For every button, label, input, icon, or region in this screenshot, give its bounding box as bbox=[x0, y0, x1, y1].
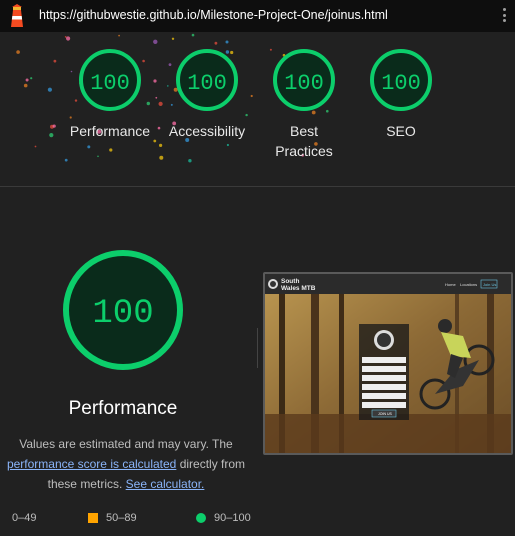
performance-title: Performance bbox=[68, 398, 178, 419]
gauge-ring-icon: 100 bbox=[176, 49, 238, 111]
gauge-accessibility[interactable]: 100 Accessibility bbox=[157, 48, 257, 141]
lighthouse-logo-icon bbox=[11, 4, 23, 27]
gauge-label: Accessibility bbox=[168, 123, 246, 139]
more-options-icon[interactable] bbox=[501, 8, 507, 24]
gauge-label: Best Practices bbox=[275, 123, 333, 159]
performance-description: Values are estimated and may vary. The p… bbox=[0, 434, 258, 494]
gauge-score: 100 bbox=[187, 71, 227, 96]
average-square-icon bbox=[88, 513, 98, 523]
gauge-seo[interactable]: 100 SEO bbox=[351, 48, 451, 141]
confetti-dot bbox=[225, 40, 229, 44]
gauge-best-practices[interactable]: 100 Best Practices bbox=[254, 48, 354, 161]
legend-fail-label: 0–49 bbox=[12, 512, 37, 524]
gauge-ring-icon: 100 bbox=[370, 49, 432, 111]
screenshot-nav: Home bbox=[445, 282, 456, 287]
score-summary: 100 Performance 100 Accessibility 100 Be… bbox=[0, 48, 515, 178]
gauge-score: 100 bbox=[90, 71, 130, 96]
performance-gauge: 100 bbox=[63, 250, 183, 370]
confetti-dot bbox=[153, 39, 158, 44]
screenshot-image: South Wales MTB Home Locations Join Us J… bbox=[265, 274, 511, 453]
confetti-dot bbox=[191, 33, 195, 37]
see-calculator-link[interactable]: See calculator. bbox=[126, 477, 205, 491]
gauge-ring-icon: 100 bbox=[273, 49, 335, 111]
performance-score: 100 bbox=[92, 295, 153, 333]
screenshot-nav: Join Us bbox=[483, 282, 496, 287]
confetti-dot bbox=[214, 41, 218, 45]
confetti-dot bbox=[118, 34, 120, 37]
vertical-separator bbox=[257, 328, 258, 368]
pass-circle-icon bbox=[196, 513, 206, 523]
screenshot-brand: Wales MTB bbox=[281, 285, 316, 292]
browser-bar: https://githubwestie.github.io/Milestone… bbox=[0, 0, 515, 32]
gauge-ring-icon: 100 bbox=[79, 49, 141, 111]
confetti-dot bbox=[64, 36, 67, 38]
legend-average-label: 50–89 bbox=[106, 512, 137, 524]
gauge-score: 100 bbox=[284, 71, 324, 96]
legend-average: 50–89 bbox=[88, 512, 137, 524]
legend-fail: 0–49 bbox=[12, 512, 36, 524]
score-calculated-link[interactable]: performance score is calculated bbox=[7, 457, 176, 471]
legend-pass-label: 90–100 bbox=[214, 512, 251, 524]
desc-text: Values are estimated and may vary. The bbox=[19, 437, 233, 451]
gauge-label: Performance bbox=[69, 123, 151, 139]
screenshot-brand: South bbox=[281, 278, 299, 285]
legend-pass: 90–100 bbox=[196, 512, 251, 524]
page-url[interactable]: https://githubwestie.github.io/Milestone… bbox=[39, 8, 388, 22]
gauge-score: 100 bbox=[381, 71, 421, 96]
score-legend: 0–49 50–89 90–100 bbox=[0, 512, 515, 530]
confetti-dot bbox=[66, 36, 71, 41]
confetti-dot bbox=[171, 37, 175, 40]
gauge-performance[interactable]: 100 Performance bbox=[60, 48, 160, 141]
section-divider bbox=[0, 186, 515, 187]
screenshot-nav: Locations bbox=[460, 282, 477, 287]
gauge-label: SEO bbox=[386, 123, 416, 139]
final-screenshot[interactable]: South Wales MTB Home Locations Join Us J… bbox=[263, 272, 513, 455]
screenshot-form-button: JOIN US bbox=[378, 412, 392, 416]
